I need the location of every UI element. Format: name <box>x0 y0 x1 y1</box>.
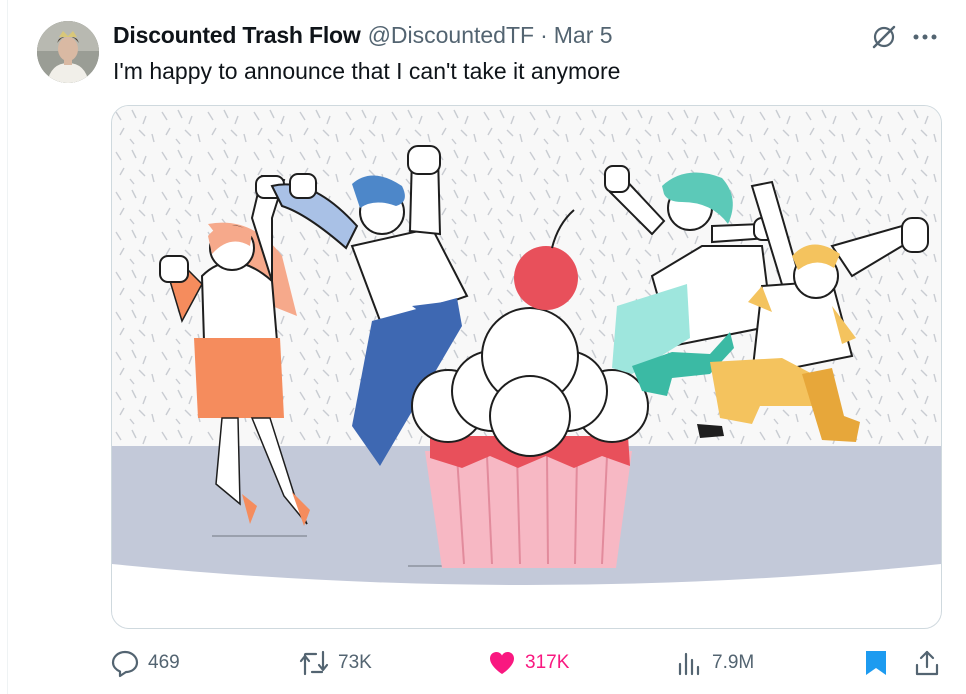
repost-count: 73K <box>338 652 372 673</box>
reply-icon <box>111 650 139 678</box>
bookmark-button[interactable] <box>863 635 889 691</box>
like-count: 317K <box>525 652 570 673</box>
repost-icon <box>299 650 329 676</box>
tweet-header: Discounted Trash Flow @DiscountedTF · Ma… <box>113 20 613 50</box>
tweet-image[interactable] <box>111 105 942 629</box>
views-icon <box>678 652 700 676</box>
bookmark-icon <box>866 651 886 675</box>
grok-icon <box>872 25 896 49</box>
author-name[interactable]: Discounted Trash Flow <box>113 22 361 49</box>
reply-count: 469 <box>148 652 180 673</box>
views-count: 7.9M <box>712 652 755 673</box>
header-separator: · <box>540 21 548 48</box>
timeline-border <box>7 0 8 694</box>
tweet-date[interactable]: Mar 5 <box>554 22 613 49</box>
views-button[interactable]: 7.9M <box>676 635 754 691</box>
avatar-image <box>37 21 99 83</box>
share-button[interactable] <box>913 635 941 691</box>
author-handle[interactable]: @DiscountedTF <box>368 22 535 49</box>
avatar[interactable] <box>37 21 99 83</box>
like-button[interactable]: 317K <box>487 635 569 691</box>
share-icon <box>915 650 939 676</box>
repost-button[interactable]: 73K <box>298 635 372 691</box>
like-icon <box>490 652 514 674</box>
tweet-text: I'm happy to announce that I can't take … <box>113 58 621 84</box>
more-options-button[interactable] <box>908 22 942 52</box>
reply-button[interactable]: 469 <box>110 635 180 691</box>
celebration-illustration <box>112 106 941 628</box>
grok-button[interactable] <box>866 22 902 52</box>
action-bar: 469 73K 317K 7.9M <box>0 635 966 691</box>
more-icon <box>913 34 937 40</box>
